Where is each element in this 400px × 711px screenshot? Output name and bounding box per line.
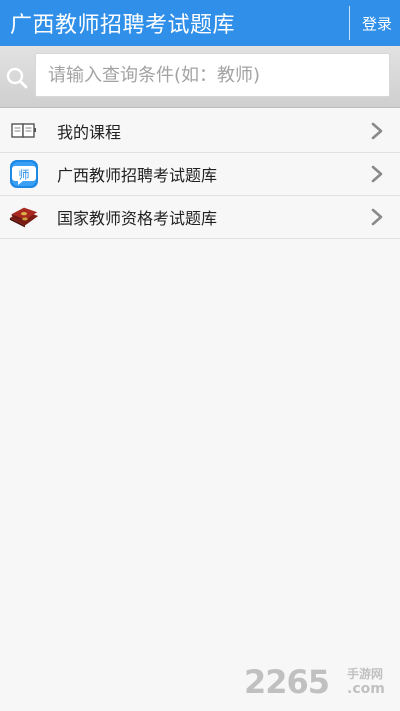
list-item-national-teacher-qualification[interactable]: 国家教师资格考试题库 [0, 196, 400, 239]
site-watermark: 2265 手游网 .com [244, 661, 394, 705]
top-app-bar: 广西教师招聘考试题库 登录 [0, 0, 400, 46]
chevron-right-icon [370, 122, 384, 140]
chevron-right-icon [370, 208, 384, 226]
list-item-my-courses[interactable]: 我的课程 [0, 110, 400, 153]
book-icon [8, 115, 40, 147]
list-item-label: 我的课程 [57, 123, 122, 142]
watermark-domain: .com [347, 681, 385, 697]
list-item-guangxi-teacher-bank[interactable]: 师 广西教师招聘考试题库 [0, 153, 400, 196]
chevron-right-icon [370, 165, 384, 183]
header-divider [348, 6, 350, 40]
search-input[interactable] [35, 53, 390, 97]
watermark-subtitle: 手游网 [347, 667, 384, 681]
search-icon[interactable] [5, 66, 29, 90]
page-title: 广西教师招聘考试题库 [10, 13, 236, 38]
teacher-app-icon: 师 [8, 158, 40, 190]
list-item-label: 广西教师招聘考试题库 [57, 166, 218, 185]
search-bar [0, 46, 400, 108]
course-list: 我的课程 师 广西教师招聘考试题库 国家教师资格考试题库 [0, 110, 400, 239]
login-button[interactable]: 登录 [362, 13, 392, 34]
certificate-books-icon [8, 201, 40, 233]
list-item-label: 国家教师资格考试题库 [57, 209, 218, 228]
teacher-app-icon-text: 师 [19, 169, 30, 182]
watermark-number: 2265 [244, 663, 330, 701]
